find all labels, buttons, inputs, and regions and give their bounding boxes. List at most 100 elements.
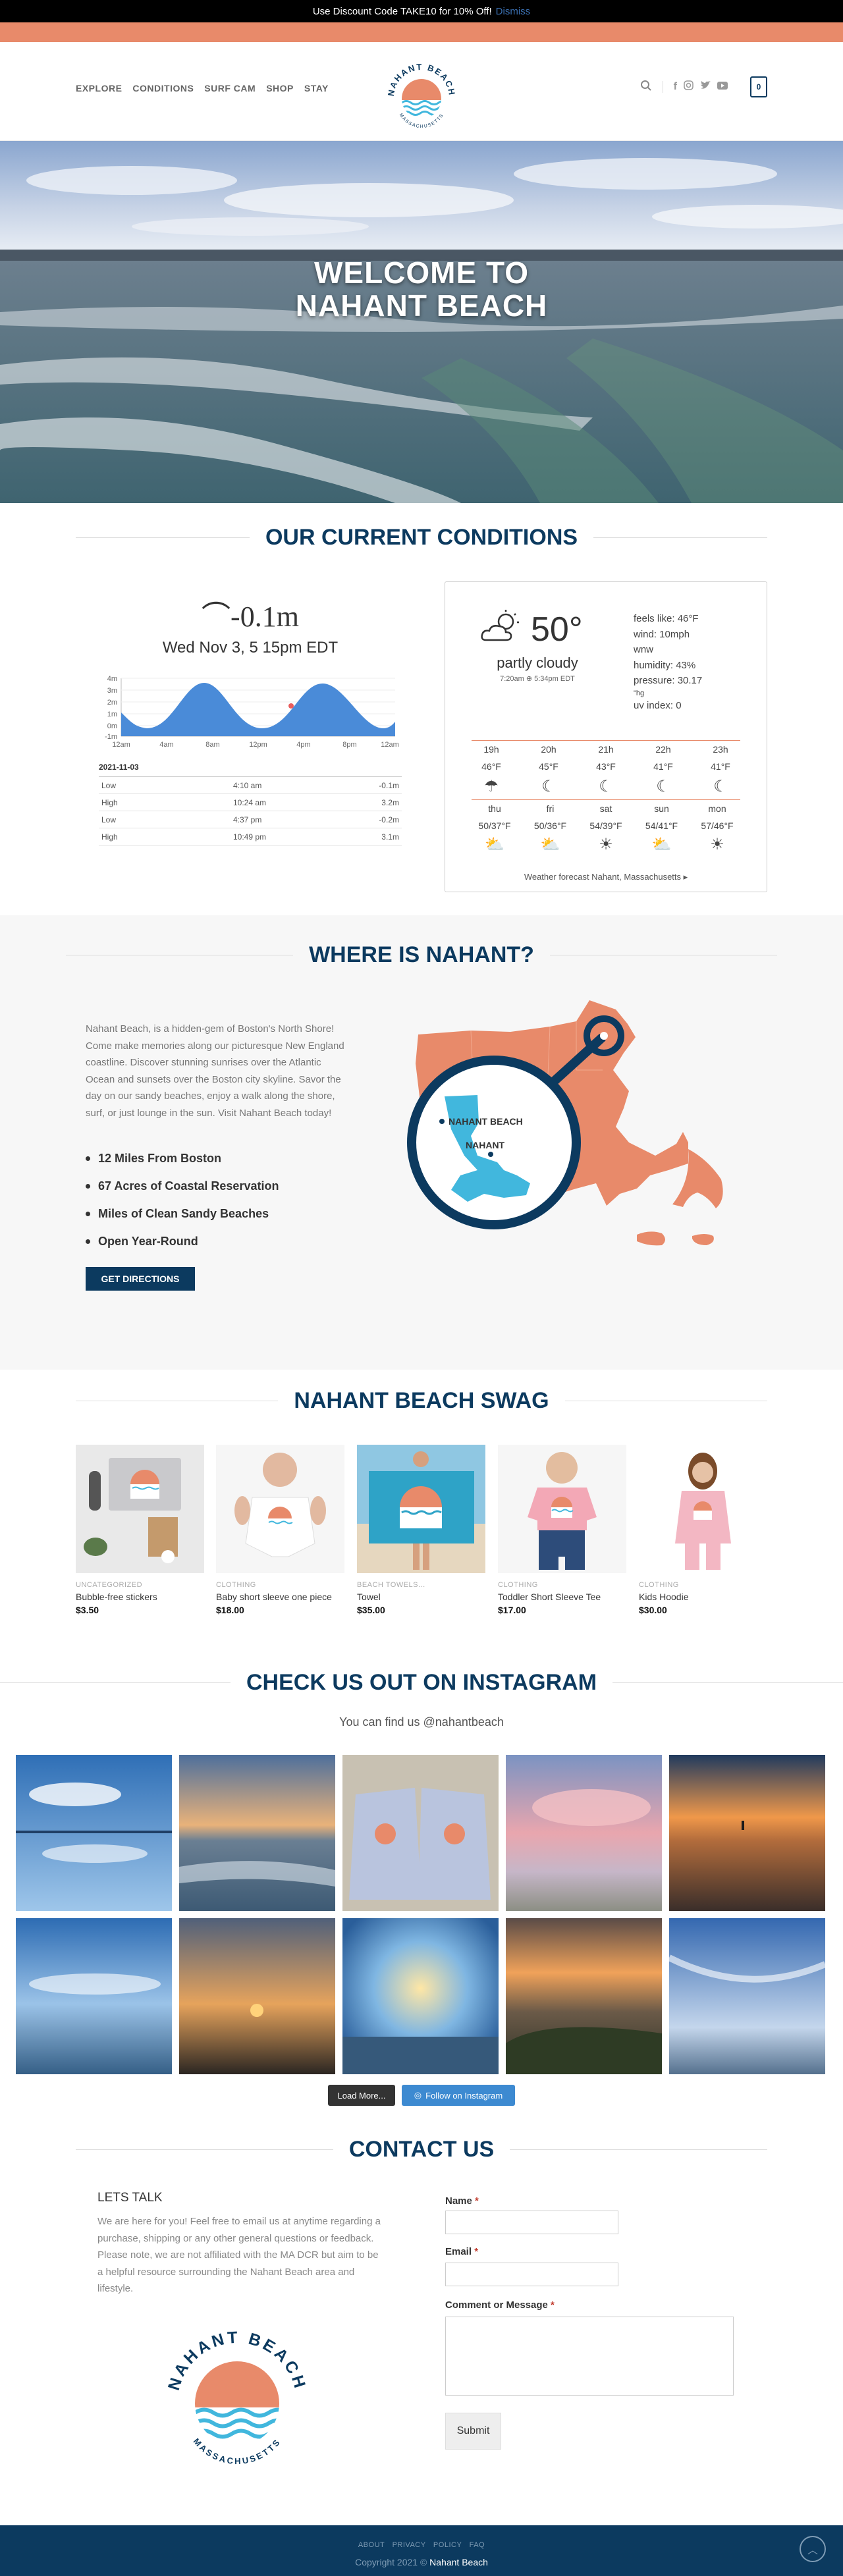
hour-temp: 46°F <box>481 761 501 772</box>
product-name[interactable]: Baby short sleeve one piece <box>216 1592 344 1602</box>
instagram-post[interactable] <box>179 1755 335 1911</box>
y-tick-1m: 1m <box>107 711 117 718</box>
facebook-icon[interactable]: f <box>674 81 677 93</box>
instagram-post[interactable] <box>16 1918 172 2074</box>
name-input[interactable] <box>445 2211 618 2234</box>
name-label: Name * <box>445 2195 479 2207</box>
instagram-post[interactable] <box>506 1755 662 1911</box>
name-label-text: Name <box>445 2195 472 2207</box>
product-price: $35.00 <box>357 1605 385 1615</box>
day-temp: 50/36°F <box>533 820 567 831</box>
instagram-post[interactable] <box>342 1755 499 1911</box>
day-col: thu 50/37°F ⛅ <box>472 803 518 854</box>
nav-shop[interactable]: SHOP <box>266 83 294 94</box>
where-title-text: WHERE IS NAHANT? <box>309 942 534 967</box>
contact-heading: LETS TALK <box>97 2191 163 2205</box>
product-image[interactable] <box>357 1445 485 1573</box>
hour-temp: 43°F <box>596 761 616 772</box>
hour-col: 23h 41°F ☾ <box>701 744 740 796</box>
tide-type: High <box>101 797 118 807</box>
wind: wind: 10mph <box>634 628 690 640</box>
product-image[interactable] <box>216 1445 344 1573</box>
product-card[interactable]: CLOTHING Kids Hoodie $30.00 <box>639 1445 767 1615</box>
site-logo[interactable]: NAHANT BEACH MASSACHUSETTS <box>382 57 461 136</box>
nav-explore[interactable]: EXPLORE <box>76 83 122 94</box>
instagram-post[interactable] <box>16 1755 172 1911</box>
copyright: Copyright 2021 © Nahant Beach <box>0 2557 843 2567</box>
swag-title: NAHANT BEACH SWAG <box>76 1388 767 1414</box>
tide-chart: 4m 3m 2m 1m 0m -1m 12am 4am 8am 12pm 4pm… <box>105 675 399 749</box>
uv-index: uv index: 0 <box>634 699 682 711</box>
announcement-bar: Use Discount Code TAKE10 for 10% Off! Di… <box>0 0 843 22</box>
wind-direction: wnw <box>634 644 654 655</box>
product-price: $18.00 <box>216 1605 244 1615</box>
footer-links[interactable]: ABOUT PRIVACY POLICY FAQ <box>0 2541 843 2549</box>
tide-time-cell: 10:24 am <box>232 797 267 807</box>
cart-button[interactable]: 0 <box>750 76 767 97</box>
instagram-post[interactable] <box>506 1918 662 2074</box>
product-category: CLOTHING <box>498 1581 538 1589</box>
weather-details: feels like: 46°F wind: 10mph wnw humidit… <box>634 611 702 713</box>
product-card[interactable]: BEACH TOWELS... Towel $35.00 <box>357 1445 485 1615</box>
message-textarea[interactable] <box>445 2317 734 2396</box>
y-tick-neg1m: -1m <box>105 733 117 741</box>
load-more-button[interactable]: Load More... <box>328 2085 395 2106</box>
twitter-icon[interactable] <box>700 80 711 94</box>
follow-instagram-button[interactable]: ◎ Follow on Instagram <box>402 2085 515 2106</box>
product-image[interactable] <box>639 1445 767 1573</box>
tide-type: Low <box>101 815 117 824</box>
product-card[interactable]: UNCATEGORIZED Bubble-free stickers $3.50 <box>76 1445 204 1615</box>
hourly-forecast: 19h 46°F ☂ 20h 45°F ☾ 21h 43°F ☾ 22h 41°F ☾ 23h 4… <box>472 744 740 796</box>
submit-button[interactable]: Submit <box>445 2413 501 2450</box>
daily-forecast: thu 50/37°F ⛅ fri 50/36°F ⛅ sat 54/39°F ☀ sun 5… <box>472 803 740 854</box>
get-directions-button[interactable]: GET DIRECTIONS <box>86 1267 195 1291</box>
follow-label: Follow on Instagram <box>425 2090 503 2101</box>
product-image[interactable] <box>498 1445 626 1573</box>
header-icons: f 0 <box>640 76 767 97</box>
product-image[interactable] <box>76 1445 204 1573</box>
product-category: CLOTHING <box>216 1581 256 1589</box>
youtube-icon[interactable] <box>717 81 728 93</box>
hero: WELCOME TO NAHANT BEACH <box>0 141 843 503</box>
nav-surf-cam[interactable]: SURF CAM <box>204 83 256 94</box>
email-input[interactable] <box>445 2263 618 2286</box>
instagram-post[interactable] <box>342 1918 499 2074</box>
back-to-top-button[interactable]: ︿ <box>800 2536 826 2562</box>
day-label: mon <box>708 803 726 814</box>
dismiss-link[interactable]: Dismiss <box>496 6 531 17</box>
product-card[interactable]: CLOTHING Baby short sleeve one piece $18… <box>216 1445 344 1615</box>
search-icon[interactable] <box>640 80 652 95</box>
hour-label: 23h <box>713 744 728 755</box>
site-footer: ABOUT PRIVACY POLICY FAQ Copyright 2021 … <box>0 2525 843 2576</box>
main-nav: EXPLORE CONDITIONS SURF CAM SHOP STAY <box>76 83 329 94</box>
copyright-brand[interactable]: Nahant Beach <box>429 2557 488 2567</box>
instagram-post[interactable] <box>179 1918 335 2074</box>
tide-type: Low <box>101 780 117 790</box>
product-category: CLOTHING <box>639 1581 679 1589</box>
tide-height-cell: -0.1m <box>379 780 399 790</box>
site-header: EXPLORE CONDITIONS SURF CAM SHOP STAY NA… <box>0 42 843 141</box>
instagram-icon[interactable] <box>684 80 693 94</box>
divider <box>472 740 740 741</box>
hour-col: 21h 43°F ☾ <box>586 744 626 796</box>
weather-forecast-link[interactable]: Weather forecast Nahant, Massachusetts ▸ <box>445 872 767 882</box>
tide-row: Low 4:10 am -0.1m <box>99 777 402 794</box>
nav-stay[interactable]: STAY <box>304 83 329 94</box>
moon-icon: ☾ <box>541 778 556 795</box>
product-name[interactable]: Kids Hoodie <box>639 1592 767 1602</box>
email-label: Email * <box>445 2246 478 2257</box>
product-card[interactable]: CLOTHING Toddler Short Sleeve Tee $17.00 <box>498 1445 626 1615</box>
partly-cloudy-icon: ⛅ <box>651 836 672 853</box>
product-name[interactable]: Bubble-free stickers <box>76 1592 204 1602</box>
product-price: $30.00 <box>639 1605 667 1615</box>
product-name[interactable]: Towel <box>357 1592 485 1602</box>
instagram-post[interactable] <box>669 1755 825 1911</box>
copyright-text: Copyright 2021 © <box>355 2557 427 2567</box>
hour-col: 22h 41°F ☾ <box>643 744 683 796</box>
tide-row: High 10:24 am 3.2m <box>99 794 402 811</box>
nav-conditions[interactable]: CONDITIONS <box>132 83 194 94</box>
product-name[interactable]: Toddler Short Sleeve Tee <box>498 1592 626 1602</box>
instagram-post[interactable] <box>669 1918 825 2074</box>
map-label-beach: NAHANT BEACH <box>449 1116 523 1127</box>
bullet-item: 12 Miles From Boston <box>86 1152 221 1166</box>
